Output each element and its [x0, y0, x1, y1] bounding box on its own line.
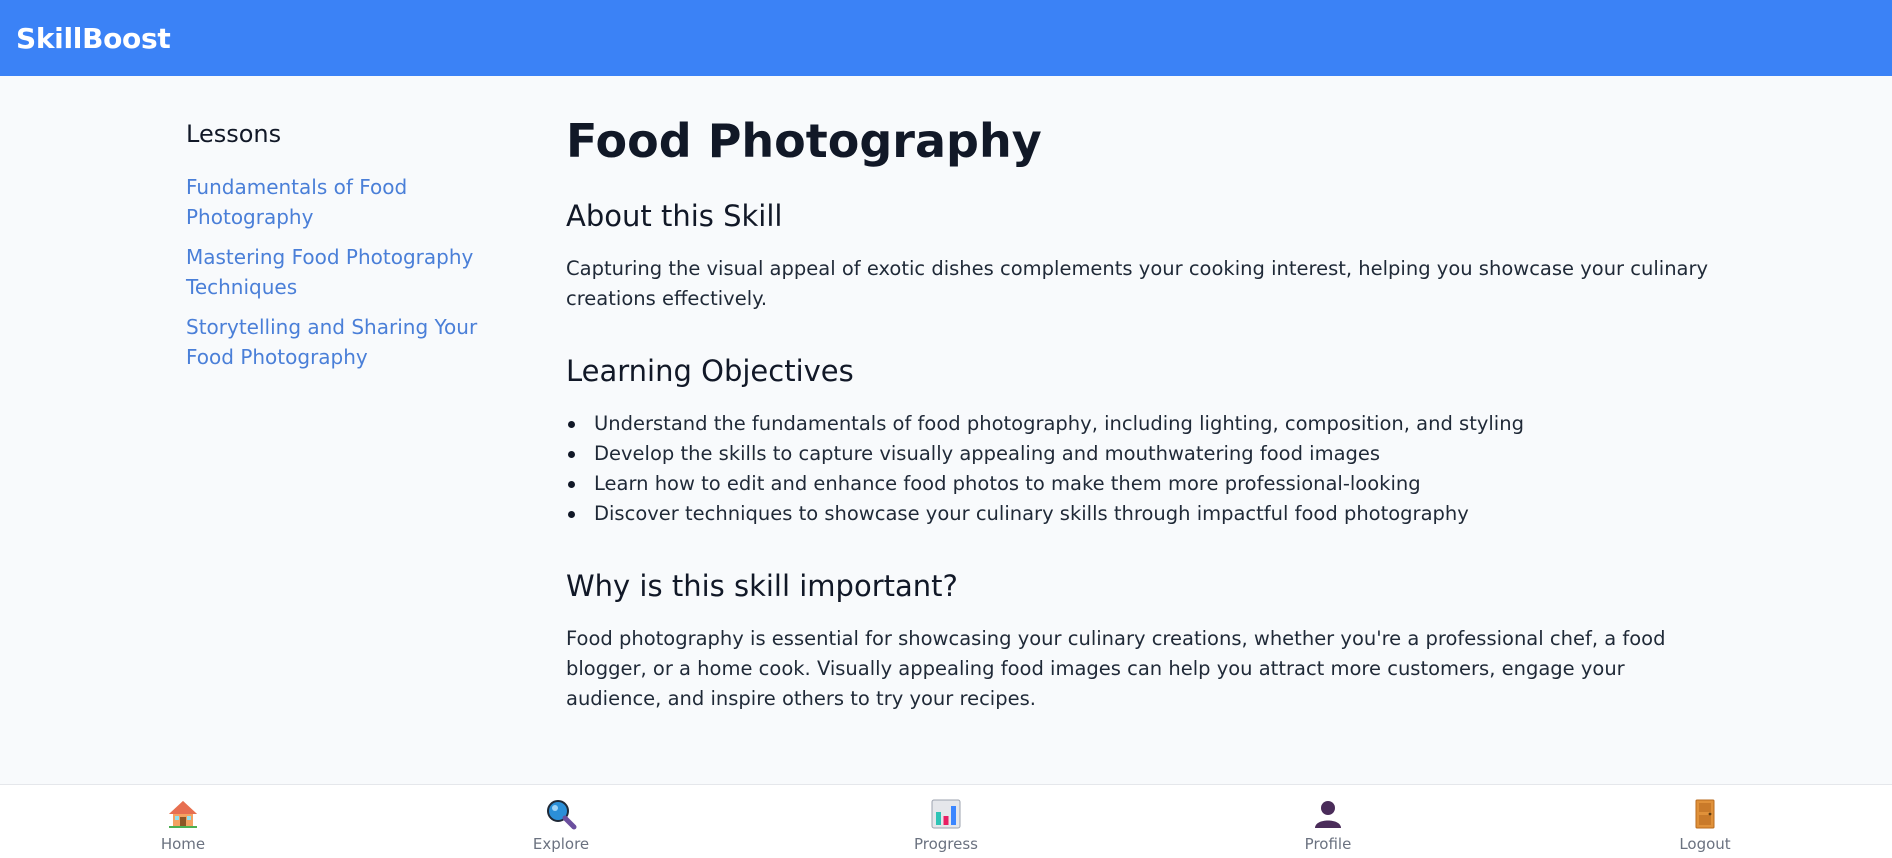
objective-text: Develop the skills to capture visually a… [594, 441, 1381, 465]
nav-label: Home [160, 835, 206, 853]
bar-chart-icon [929, 797, 963, 831]
about-heading: About this Skill [566, 199, 783, 234]
list-item: Discover techniques to showcase your cul… [566, 499, 1716, 529]
importance-text: Food photography is essential for showca… [566, 626, 1666, 710]
objective-text: Understand the fundamentals of food phot… [594, 411, 1524, 435]
brand-logo[interactable]: SkillBoost [16, 22, 171, 55]
importance-heading: Why is this skill important? [566, 568, 958, 603]
nav-logout[interactable]: Logout [1645, 797, 1765, 853]
objective-text: Discover techniques to showcase your cul… [594, 501, 1469, 525]
nav-profile[interactable]: Profile [1268, 797, 1388, 853]
nav-home[interactable]: Home [123, 797, 243, 853]
page-title: Food Photography [566, 114, 1042, 168]
lesson-link[interactable]: Storytelling and Sharing Your Food Photo… [186, 312, 526, 372]
lesson-link[interactable]: Mastering Food Photography Techniques [186, 242, 526, 302]
about-text: Capturing the visual appeal of exotic di… [566, 256, 1709, 310]
bullet-icon [568, 420, 575, 428]
sidebar-title: Lessons [186, 120, 282, 148]
nav-label: Progress [913, 835, 978, 853]
objectives-heading: Learning Objectives [566, 353, 854, 388]
lessons-sidebar: Lessons Fundamentals of Food Photography… [186, 120, 526, 382]
top-bar: SkillBoost [0, 0, 1892, 76]
list-item: Understand the fundamentals of food phot… [566, 409, 1716, 439]
list-item: Develop the skills to capture visually a… [566, 439, 1716, 469]
nav-label: Explore [532, 835, 590, 853]
nav-label: Logout [1679, 835, 1731, 853]
objective-text: Learn how to edit and enhance food photo… [594, 471, 1421, 495]
bullet-icon [568, 510, 575, 518]
nav-progress[interactable]: Progress [886, 797, 1006, 853]
person-icon [1311, 797, 1345, 831]
door-icon [1688, 797, 1722, 831]
main-container: Lessons Fundamentals of Food Photography… [0, 76, 1892, 784]
list-item: Learn how to edit and enhance food photo… [566, 469, 1716, 499]
lesson-link[interactable]: Fundamentals of Food Photography [186, 172, 526, 232]
bullet-icon [568, 450, 575, 458]
bullet-icon [568, 480, 575, 488]
bottom-nav: Home Explore Progress Profile Logout [0, 784, 1892, 858]
house-icon [166, 797, 200, 831]
objectives-list: Understand the fundamentals of food phot… [566, 409, 1716, 529]
skill-content: Food Photography About this Skill Captur… [566, 114, 1716, 754]
nav-label: Profile [1304, 835, 1352, 853]
magnifier-icon [544, 797, 578, 831]
nav-explore[interactable]: Explore [501, 797, 621, 853]
